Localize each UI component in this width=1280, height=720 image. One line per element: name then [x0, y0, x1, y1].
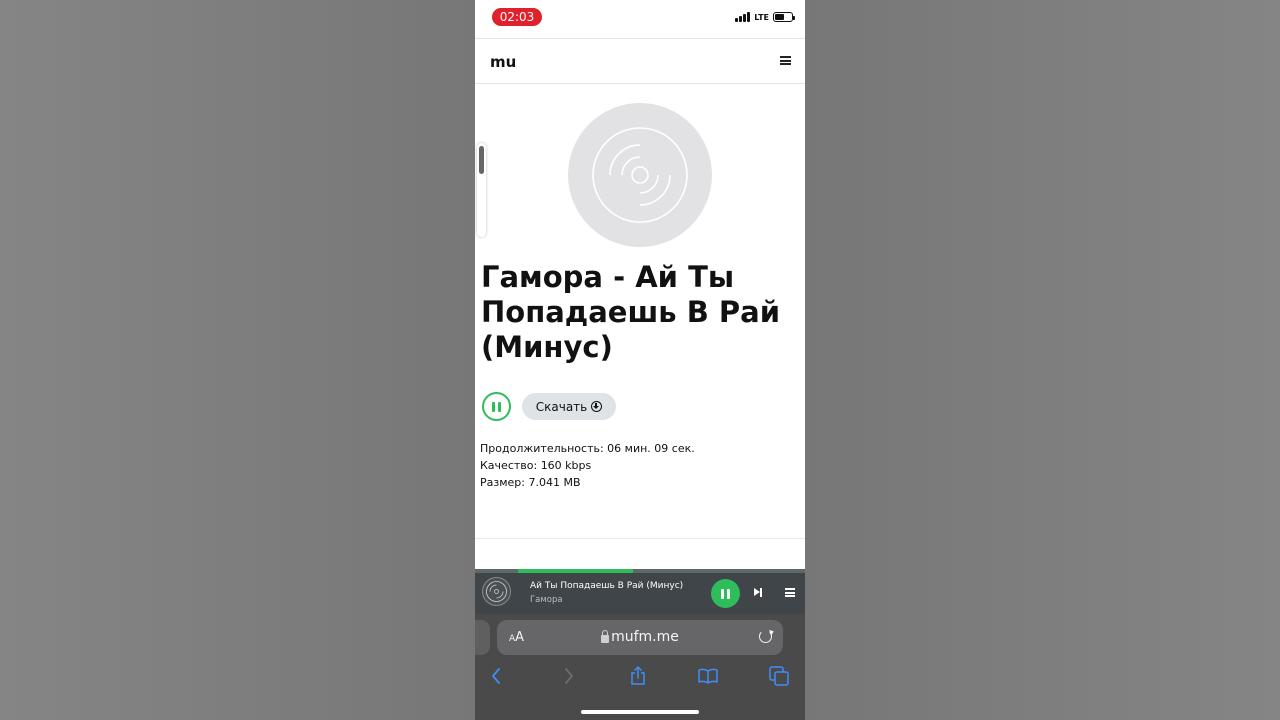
hamburger-icon[interactable] [780, 56, 791, 65]
track-meta: Продолжительность: 06 мин. 09 сек. Качес… [480, 440, 695, 491]
download-icon [591, 401, 603, 412]
mini-player: Ай Ты Попадаешь В Рай (Минус) Гамора [475, 573, 805, 614]
forward-icon[interactable] [558, 666, 578, 686]
track-size: Размер: 7.041 MB [480, 476, 581, 489]
player-menu-icon[interactable] [785, 588, 795, 597]
pause-button[interactable] [482, 392, 511, 421]
scrollbar[interactable] [477, 143, 486, 237]
pause-icon-bar [498, 401, 501, 412]
divider [475, 538, 805, 539]
home-indicator[interactable] [581, 710, 699, 714]
network-type: LTE [754, 12, 769, 22]
signal-icon [735, 12, 751, 22]
download-label: Скачать [535, 399, 588, 414]
next-track-icon[interactable] [753, 587, 763, 598]
site-header: mu [475, 38, 805, 84]
reload-icon[interactable] [759, 630, 772, 643]
site-logo[interactable]: mu [490, 53, 516, 71]
status-indicators: LTE [735, 12, 795, 22]
player-artist: Гамора [530, 595, 563, 605]
pause-icon-bar [727, 588, 730, 599]
back-icon[interactable] [487, 666, 507, 686]
phone-screen: 02:03 LTE mu Гамора - Ай Ты Попадаешь В … [475, 0, 805, 720]
player-pause-button[interactable] [711, 579, 740, 608]
pause-icon-bar [492, 401, 495, 412]
lock-icon [601, 629, 610, 643]
tabs-icon[interactable] [769, 666, 789, 686]
player-cover [482, 577, 511, 606]
status-bar: 02:03 LTE [475, 0, 805, 38]
address-bar[interactable]: AA mufm.me [497, 620, 783, 655]
player-track-title: Ай Ты Попадаешь В Рай (Минус) [530, 581, 684, 591]
track-title: Гамора - Ай Ты Попадаешь В Рай (Минус) [481, 260, 781, 364]
url-display[interactable]: mufm.me [497, 629, 783, 645]
browser-chrome: AA mufm.me [475, 614, 805, 720]
vinyl-disc-icon [592, 127, 688, 223]
url-text: mufm.me [611, 629, 679, 645]
download-button[interactable]: Скачать [522, 393, 616, 420]
track-duration: Продолжительность: 06 мин. 09 сек. [480, 442, 695, 455]
browser-toolbar [475, 662, 805, 692]
bookmarks-icon[interactable] [698, 666, 718, 686]
share-icon[interactable] [628, 665, 648, 686]
pause-icon-bar [721, 588, 724, 599]
track-quality: Качество: 160 kbps [480, 459, 592, 472]
scrollbar-thumb[interactable] [479, 146, 484, 174]
background-left [0, 0, 475, 720]
vinyl-disc-icon [486, 581, 507, 602]
album-cover [568, 103, 712, 247]
previous-tab-preview[interactable] [475, 620, 490, 655]
status-time: 02:03 [492, 8, 542, 26]
background-right [805, 0, 1280, 720]
battery-icon [773, 12, 795, 22]
